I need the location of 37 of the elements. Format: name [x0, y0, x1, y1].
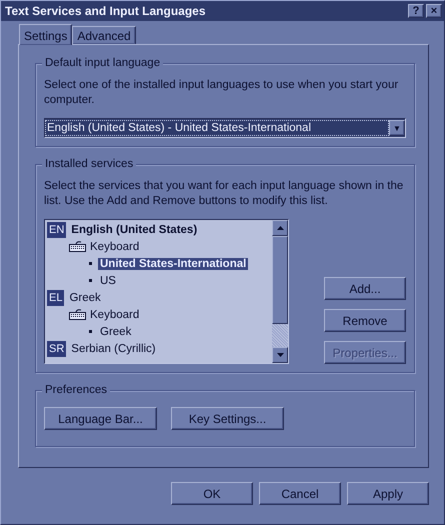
language-item[interactable]: Greek [69, 292, 101, 304]
language-badge: EN [47, 222, 66, 238]
help-button[interactable]: ? [408, 4, 424, 18]
bullet-icon [89, 279, 92, 282]
description-text: Select one of the installed input languages to use when you start your computer. [44, 78, 400, 108]
description-text: Select the services that you want for each input language shown in the list. Use the Add and Remove buttons to modify this list. [44, 179, 404, 209]
up-arrow-icon[interactable] [276, 226, 284, 230]
action-button[interactable]: Remove [324, 309, 406, 332]
scrollbar[interactable] [272, 220, 288, 363]
action-button[interactable]: Add... [324, 277, 406, 300]
service-item[interactable]: US [98, 274, 118, 286]
preference-button[interactable]: Language Bar... [44, 407, 157, 430]
service-item[interactable]: Greek [98, 326, 134, 338]
preference-button[interactable]: Key Settings... [171, 407, 284, 430]
tab[interactable]: Settings [19, 24, 72, 45]
down-arrow-icon[interactable] [276, 353, 284, 357]
dropdown-arrow-button[interactable]: ▼ [389, 120, 405, 136]
service-item[interactable]: United States-International [98, 258, 248, 270]
bullet-icon [89, 262, 92, 265]
keyboard-icon [69, 241, 86, 252]
services-tree[interactable]: EN English (United States) Keyboard United States-International US EL Greek Keyboard Greek SR Serbian (Cyrillic) [44, 219, 289, 364]
window-title: Text Services and Input Languages [5, 4, 206, 18]
keyboard-icon [69, 309, 86, 320]
language-dropdown[interactable]: English (United States) - United States-International ▼ [44, 118, 406, 138]
dialog-button[interactable]: OK [171, 482, 253, 505]
service-category[interactable]: Keyboard [90, 308, 140, 320]
close-button[interactable]: × [426, 4, 442, 18]
dialog-button[interactable]: Cancel [259, 482, 341, 505]
dialog-button[interactable]: Apply [347, 482, 429, 505]
tab[interactable]: Advanced [72, 26, 136, 44]
language-badge: EL [47, 290, 64, 306]
language-item[interactable]: English (United States) [71, 224, 198, 236]
language-badge: SR [47, 340, 66, 356]
bullet-icon [89, 330, 92, 333]
group-legend: Default input language [42, 56, 164, 71]
language-item[interactable]: Serbian (Cyrillic) [71, 342, 156, 354]
service-category[interactable]: Keyboard [90, 240, 140, 252]
